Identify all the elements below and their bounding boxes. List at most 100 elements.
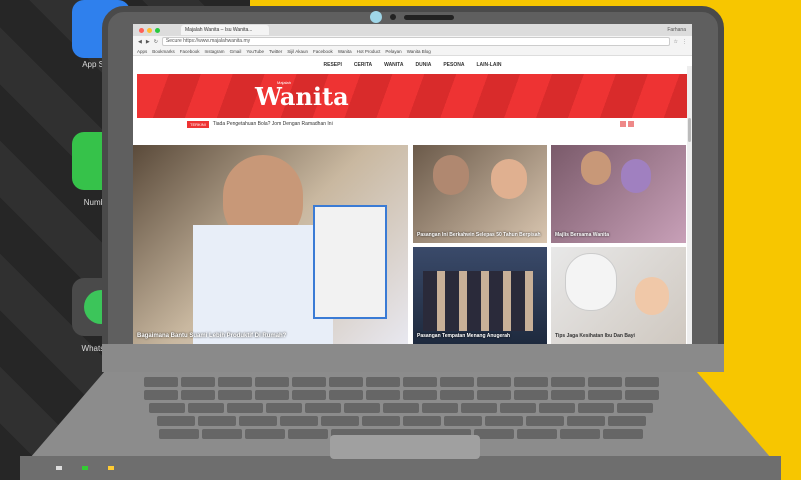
site-logo[interactable]: Wanita [255, 82, 349, 111]
key[interactable] [607, 416, 646, 426]
story-tile[interactable]: Pasangan Ini Berkahwin Selepas 50 Tahun … [413, 145, 547, 243]
key[interactable] [344, 403, 380, 413]
bookmark-item[interactable]: Twitter [269, 49, 282, 54]
key[interactable] [320, 416, 359, 426]
key[interactable] [180, 377, 215, 387]
key[interactable] [443, 416, 482, 426]
key[interactable] [383, 403, 419, 413]
bookmark-item[interactable]: Wanita [338, 49, 352, 54]
key[interactable] [254, 377, 289, 387]
key[interactable] [539, 403, 575, 413]
key[interactable] [587, 390, 622, 400]
story-tile[interactable]: Majlis Bersama Wanita [551, 145, 686, 243]
url-input[interactable]: Secure https://www.majalahwanita.my [161, 37, 670, 46]
bookmark-item[interactable]: Gmail [230, 49, 242, 54]
key[interactable] [560, 429, 600, 439]
key[interactable] [550, 390, 585, 400]
key[interactable] [217, 377, 252, 387]
reload-icon[interactable]: ↻ [154, 39, 158, 45]
trackpad[interactable] [330, 435, 480, 459]
browser-tab[interactable]: Majalah Wanita – Isu Wanita... [181, 25, 269, 35]
key[interactable] [143, 390, 178, 400]
key[interactable] [245, 429, 285, 439]
key[interactable] [484, 416, 523, 426]
key[interactable] [500, 403, 536, 413]
nav-item[interactable]: PESONA [443, 62, 464, 68]
star-icon[interactable]: ☆ [674, 39, 678, 45]
key[interactable] [624, 377, 659, 387]
key[interactable] [513, 390, 548, 400]
bookmark-item[interactable]: Hot Product [357, 49, 381, 54]
key[interactable] [587, 377, 622, 387]
key[interactable] [291, 390, 326, 400]
featured-story[interactable]: Bagaimana Bantu Suami Lebih Produktif Di… [133, 145, 408, 344]
key[interactable] [439, 390, 474, 400]
key[interactable] [180, 390, 215, 400]
next-button[interactable] [628, 121, 634, 127]
key[interactable] [266, 403, 302, 413]
ticker-text[interactable]: Tiada Pengetahuan Bola? Jom Dengan Ramad… [213, 121, 333, 127]
key[interactable] [402, 416, 441, 426]
key[interactable] [305, 403, 341, 413]
back-icon[interactable]: ◀ [138, 39, 142, 45]
bookmark-item[interactable]: Facebook [180, 49, 200, 54]
key[interactable] [143, 377, 178, 387]
key[interactable] [149, 403, 185, 413]
scroll-thumb[interactable] [688, 118, 691, 142]
close-icon[interactable] [139, 27, 144, 33]
key[interactable] [328, 377, 363, 387]
key[interactable] [238, 416, 277, 426]
bookmark-item[interactable]: Bookmarks [152, 49, 175, 54]
profile-name[interactable]: Farhana [667, 27, 686, 33]
key[interactable] [328, 390, 363, 400]
bookmark-item[interactable]: Facebook [313, 49, 333, 54]
key[interactable] [288, 429, 328, 439]
key[interactable] [402, 377, 437, 387]
key[interactable] [513, 377, 548, 387]
maximize-icon[interactable] [155, 27, 160, 33]
key[interactable] [365, 377, 400, 387]
story-tile[interactable]: Pasangan Tempatan Menang Anugerah [413, 247, 547, 344]
menu-icon[interactable]: ⋮ [682, 39, 687, 45]
story-tile[interactable]: Tips Jaga Kesihatan Ibu Dan Bayi [551, 247, 686, 344]
key[interactable] [422, 403, 458, 413]
key[interactable] [566, 416, 605, 426]
key[interactable] [202, 429, 242, 439]
key[interactable] [476, 377, 511, 387]
key[interactable] [624, 390, 659, 400]
key[interactable] [291, 377, 326, 387]
nav-item[interactable]: DUNIA [415, 62, 431, 68]
keyboard[interactable] [136, 377, 666, 439]
key[interactable] [474, 429, 514, 439]
forward-icon[interactable]: ▶ [146, 39, 150, 45]
bookmark-item[interactable]: Apps [137, 49, 147, 54]
key[interactable] [365, 390, 400, 400]
bookmark-item[interactable]: Sijil Akaun [287, 49, 308, 54]
scrollbar[interactable] [687, 66, 692, 344]
key[interactable] [603, 429, 643, 439]
key[interactable] [361, 416, 400, 426]
key[interactable] [254, 390, 289, 400]
nav-item[interactable]: CERITA [354, 62, 372, 68]
key[interactable] [197, 416, 236, 426]
key[interactable] [476, 390, 511, 400]
key[interactable] [279, 416, 318, 426]
bookmark-item[interactable]: YouTube [246, 49, 264, 54]
key[interactable] [517, 429, 557, 439]
key[interactable] [156, 416, 195, 426]
prev-button[interactable] [620, 121, 626, 127]
minimize-icon[interactable] [147, 27, 152, 33]
key[interactable] [159, 429, 199, 439]
key[interactable] [188, 403, 224, 413]
key[interactable] [617, 403, 653, 413]
key[interactable] [550, 377, 585, 387]
key[interactable] [525, 416, 564, 426]
key[interactable] [402, 390, 437, 400]
nav-item[interactable]: LAIN-LAIN [476, 62, 501, 68]
key[interactable] [217, 390, 252, 400]
key[interactable] [578, 403, 614, 413]
nav-item[interactable]: RESEPI [324, 62, 342, 68]
key[interactable] [227, 403, 263, 413]
key[interactable] [461, 403, 497, 413]
nav-item[interactable]: WANITA [384, 62, 403, 68]
